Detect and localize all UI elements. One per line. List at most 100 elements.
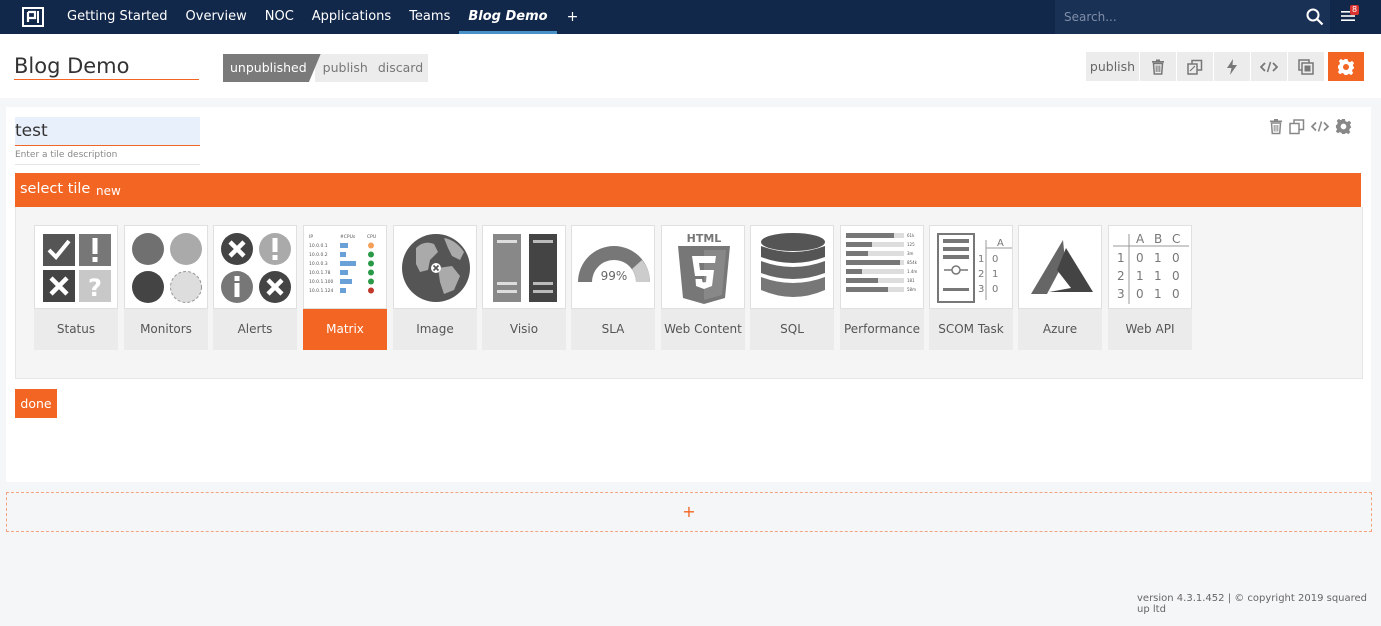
tile-option-performance[interactable]: 61k 125 3m 854k 1.4m 181 58m Performance xyxy=(840,225,924,350)
svg-text:?: ? xyxy=(88,274,102,302)
svg-text:1: 1 xyxy=(1154,251,1162,265)
tile-option-label: Image xyxy=(416,322,454,336)
settings-button[interactable] xyxy=(1328,52,1364,81)
tile-code-icon[interactable] xyxy=(1311,118,1329,135)
nav-add-button[interactable]: + xyxy=(557,0,589,34)
delete-button[interactable] xyxy=(1140,52,1176,81)
tile-option-matrix[interactable]: IP #CPUs CPU 10.0.0.1 10.0.0.2 10.0.0.3 10.0.… xyxy=(303,225,387,350)
search-icon[interactable] xyxy=(1306,8,1324,26)
tile-option-label: Status xyxy=(56,322,96,336)
tile-option-web-content[interactable]: HTML Web Content xyxy=(661,225,745,350)
svg-text:3m: 3m xyxy=(907,251,914,256)
publish-status-group: unpublished publish discard xyxy=(223,54,429,82)
tile-option-label: SLA xyxy=(601,322,625,336)
new-tile-link[interactable]: new xyxy=(96,184,121,198)
dashboard-header: Blog Demo unpublished publish discard pu… xyxy=(0,34,1381,98)
performance-icon: 61k 125 3m 854k 1.4m 181 58m xyxy=(840,225,924,309)
tile-copy-icon[interactable] xyxy=(1289,118,1305,135)
svg-text:3: 3 xyxy=(978,284,984,295)
svg-text:0: 0 xyxy=(1172,251,1180,265)
status-icon: ? xyxy=(34,225,118,309)
tile-option-scom-task[interactable]: A 10 21 30 SCOM Task xyxy=(929,225,1013,350)
svg-text:10.0.1.78: 10.0.1.78 xyxy=(309,270,331,276)
tile-option-alerts[interactable]: Alerts xyxy=(213,225,297,350)
svg-text:1: 1 xyxy=(978,254,984,265)
svg-text:125: 125 xyxy=(907,242,915,247)
svg-text:0: 0 xyxy=(1172,269,1180,283)
svg-text:A: A xyxy=(997,238,1004,249)
svg-text:3: 3 xyxy=(1117,287,1125,301)
tile-option-azure[interactable]: Azure xyxy=(1018,225,1102,350)
svg-text:10.0.0.2: 10.0.0.2 xyxy=(309,252,328,258)
svg-text:854k: 854k xyxy=(907,260,918,265)
tile-option-status[interactable]: ? Status xyxy=(34,225,118,350)
svg-text:0: 0 xyxy=(1136,251,1144,265)
tile-option-web-api[interactable]: ABC 1010 2110 3010 Web API xyxy=(1108,225,1192,350)
clone-button[interactable] xyxy=(1288,52,1324,81)
nav-blog-demo[interactable]: Blog Demo xyxy=(459,0,557,34)
tile-option-sql[interactable]: SQL xyxy=(750,225,834,350)
nav-noc[interactable]: NOC xyxy=(256,0,303,34)
svg-text:1: 1 xyxy=(1154,287,1162,301)
select-tile-bar: select tile new xyxy=(15,173,1361,207)
svg-text:B: B xyxy=(1154,232,1162,246)
dashboard-title[interactable]: Blog Demo xyxy=(14,54,199,80)
svg-text:0: 0 xyxy=(992,254,998,265)
tile-option-image[interactable]: Image xyxy=(393,225,477,350)
squaredup-logo-icon[interactable] xyxy=(22,7,44,27)
tile-option-monitors[interactable]: Monitors xyxy=(124,225,208,350)
publish-state-badge: unpublished xyxy=(223,54,321,82)
tile-option-visio[interactable]: Visio xyxy=(482,225,566,350)
discard-button[interactable]: discard xyxy=(372,54,429,82)
done-button[interactable]: done xyxy=(15,389,57,418)
svg-text:10.0.1.124: 10.0.1.124 xyxy=(309,288,333,294)
nav-getting-started[interactable]: Getting Started xyxy=(58,0,177,34)
tile-option-label: SCOM Task xyxy=(938,322,1004,336)
toolbar-publish-button[interactable]: publish xyxy=(1086,52,1139,81)
sla-gauge-icon: 99% xyxy=(571,225,655,309)
add-tile-row-button[interactable]: + xyxy=(6,492,1372,532)
trash-icon xyxy=(1152,59,1164,75)
tile-option-sla[interactable]: 99% SLA xyxy=(571,225,655,350)
duplicate-button[interactable] xyxy=(1177,52,1213,81)
scom-task-icon: A 10 21 30 xyxy=(929,225,1013,309)
publish-button[interactable]: publish xyxy=(314,54,373,82)
code-button[interactable] xyxy=(1251,52,1287,81)
dashboard-toolbar: publish xyxy=(1086,52,1365,81)
svg-text:C: C xyxy=(1172,232,1180,246)
svg-text:10.0.1.100: 10.0.1.100 xyxy=(309,279,333,285)
html5-icon: HTML xyxy=(661,225,745,309)
svg-text:2: 2 xyxy=(978,269,984,280)
copy-icon xyxy=(1187,59,1203,75)
search-input[interactable] xyxy=(1055,0,1285,34)
tile-type-picker: ? Status Monitors Alerts IP #CPUs CPU 10… xyxy=(15,207,1363,379)
svg-text:A: A xyxy=(1136,232,1145,246)
tile-option-label: Visio xyxy=(509,322,539,336)
svg-text:10.0.0.1: 10.0.0.1 xyxy=(309,243,328,249)
svg-text:1: 1 xyxy=(1117,251,1125,265)
tile-description-input[interactable]: Enter a tile description xyxy=(15,150,200,165)
lightning-icon xyxy=(1227,58,1237,75)
nav-applications[interactable]: Applications xyxy=(303,0,400,34)
tile-option-label: Alerts xyxy=(237,322,273,336)
svg-text:10.0.0.3: 10.0.0.3 xyxy=(309,261,328,267)
nav-overview[interactable]: Overview xyxy=(177,0,256,34)
select-tile-label: select tile xyxy=(20,181,91,197)
tile-editor-panel: test Enter a tile description select til… xyxy=(6,107,1371,482)
version-footer: version 4.3.1.452 | © copyright 2019 squ… xyxy=(1137,593,1368,615)
tile-option-label: SQL xyxy=(780,322,804,336)
web-api-icon: ABC 1010 2110 3010 xyxy=(1108,225,1192,309)
tile-delete-icon[interactable] xyxy=(1269,118,1283,135)
tile-gear-icon[interactable] xyxy=(1335,118,1352,135)
svg-text:61k: 61k xyxy=(907,233,915,238)
svg-text:58m: 58m xyxy=(907,287,916,292)
azure-icon xyxy=(1018,225,1102,309)
tile-option-label: Performance xyxy=(843,322,921,336)
search-box xyxy=(1055,0,1330,34)
tile-title-input[interactable]: test xyxy=(15,117,200,146)
tile-option-label: Monitors xyxy=(140,322,192,336)
nav-teams[interactable]: Teams xyxy=(400,0,459,34)
tile-option-label: Matrix xyxy=(326,322,364,336)
actions-button[interactable] xyxy=(1214,52,1250,81)
alerts-icon xyxy=(213,225,297,309)
